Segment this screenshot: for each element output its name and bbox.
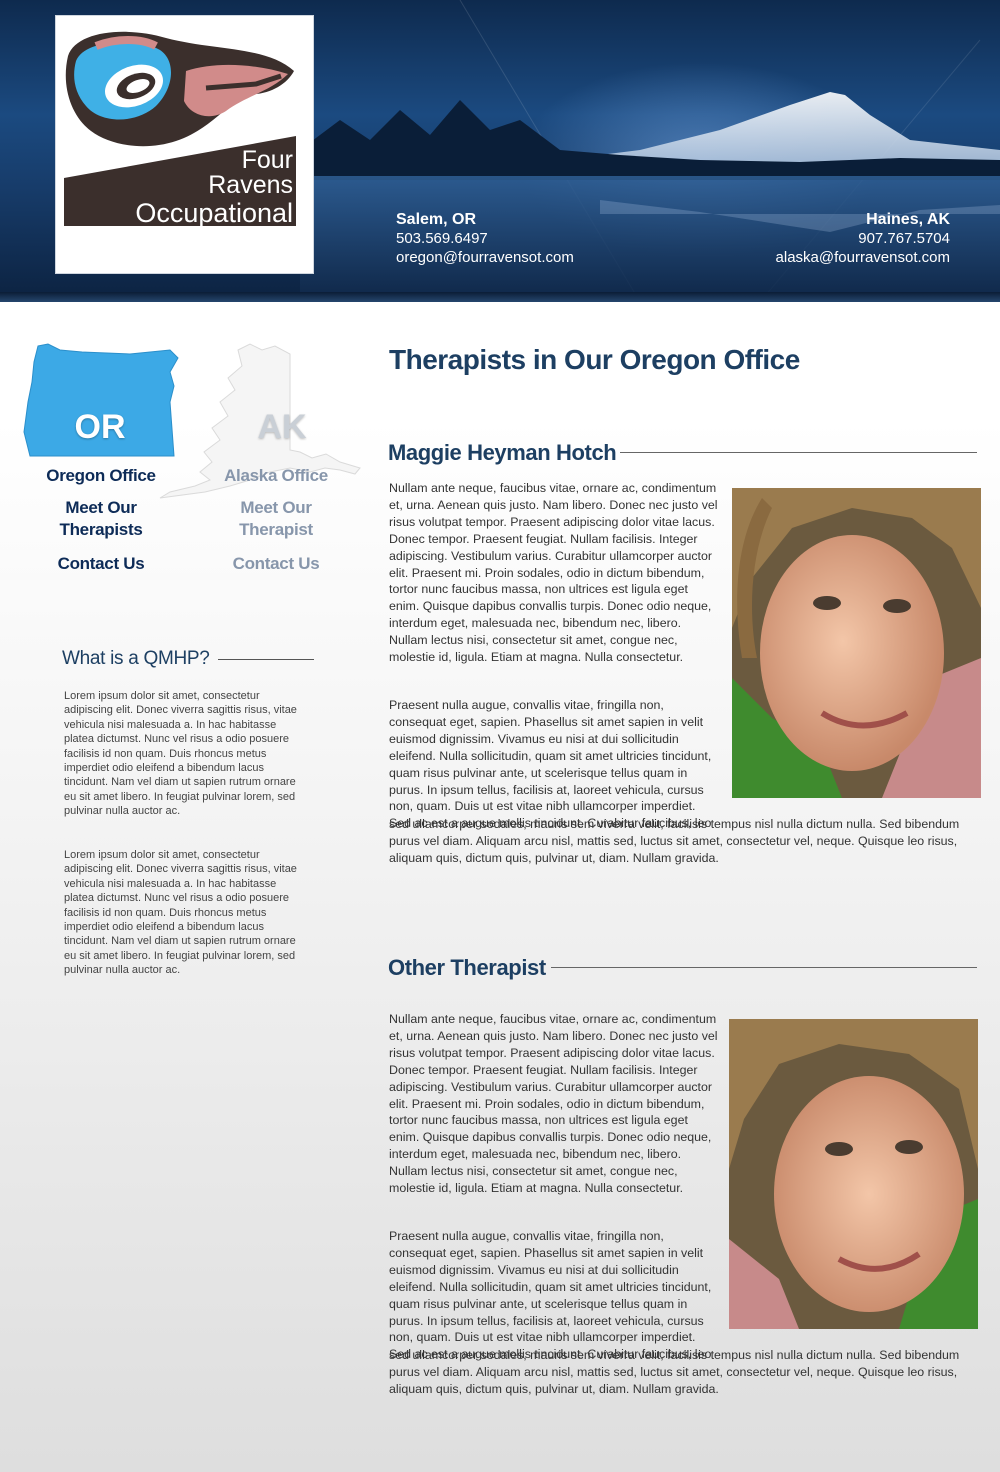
qmhp-divider	[218, 659, 314, 660]
therapist-bio-paragraph-1: Nullam ante neque, faucibus vitae, ornar…	[389, 1012, 718, 1196]
qmhp-paragraph-2: Lorem ipsum dolor sit amet, consectetur …	[64, 849, 297, 977]
qmhp-paragraph-1: Lorem ipsum dolor sit amet, consectetur …	[64, 690, 297, 818]
therapist-divider	[620, 452, 977, 453]
oregon-map-label: OR	[74, 408, 126, 446]
therapist-portrait-photo	[732, 488, 981, 798]
qmhp-heading: What is a QMHP?	[62, 648, 210, 669]
nav-alaska-contact[interactable]: Contact Us	[201, 553, 351, 575]
therapist-bio-paragraph-3: sed ullamcorper sodales, mauris sem vive…	[389, 817, 960, 865]
nav-oregon-meet-line1: Meet Our	[65, 498, 137, 517]
logo-text-therapy: Therapy	[186, 227, 293, 259]
nav-oregon-office[interactable]: Oregon Office	[26, 465, 176, 487]
therapist-bio-paragraph-1: Nullam ante neque, faucibus vitae, ornar…	[389, 481, 718, 665]
therapist-photo	[729, 1019, 978, 1329]
nav-alaska-office[interactable]: Alaska Office	[201, 465, 351, 487]
therapist-name: Other Therapist	[388, 955, 546, 980]
therapist-bio-paragraph-2: Praesent nulla augue, convallis vitae, f…	[389, 698, 712, 831]
alaska-contact-info: Haines, AK 907.767.5704 alaska@fourraven…	[776, 210, 950, 267]
site-header: Four Ravens Occupational Therapy Salem, …	[0, 0, 1000, 302]
nav-alaska-meet-line1: Meet Our	[240, 498, 312, 517]
nav-oregon-meet-therapists[interactable]: Meet Our Therapists	[26, 497, 176, 541]
logo-text-occupational: Occupational	[135, 198, 293, 228]
therapist-divider	[551, 967, 977, 968]
alaska-phone[interactable]: 907.767.5704	[776, 229, 950, 248]
nav-alaska-meet-therapist[interactable]: Meet Our Therapist	[201, 497, 351, 541]
oregon-email[interactable]: oregon@fourravensot.com	[396, 248, 574, 267]
therapist-photo	[732, 488, 981, 798]
therapist-portrait-photo	[729, 1019, 978, 1329]
nav-oregon-contact[interactable]: Contact Us	[26, 553, 176, 575]
nav-alaska-meet-line2: Therapist	[239, 520, 313, 539]
oregon-phone[interactable]: 503.569.6497	[396, 229, 574, 248]
oregon-contact-info: Salem, OR 503.569.6497 oregon@fourravens…	[396, 210, 574, 267]
alaska-city: Haines, AK	[866, 211, 950, 228]
therapist-bio-paragraph-3: sed ullamcorper sodales, mauris sem vive…	[389, 1348, 960, 1396]
logo-text-four: Four	[241, 146, 293, 174]
oregon-city: Salem, OR	[396, 211, 477, 228]
logo-text-ravens: Ravens	[208, 171, 293, 199]
alaska-map-label: AK	[257, 408, 307, 446]
alaska-email[interactable]: alaska@fourravensot.com	[776, 248, 950, 267]
therapist-bio-paragraph-2: Praesent nulla augue, convallis vitae, f…	[389, 1229, 712, 1362]
page-title: Therapists in Our Oregon Office	[389, 344, 800, 375]
therapist-name: Maggie Heyman Hotch	[388, 440, 617, 465]
logo[interactable]: Four Ravens Occupational Therapy	[55, 15, 314, 274]
nav-oregon-meet-line2: Therapists	[59, 520, 143, 539]
